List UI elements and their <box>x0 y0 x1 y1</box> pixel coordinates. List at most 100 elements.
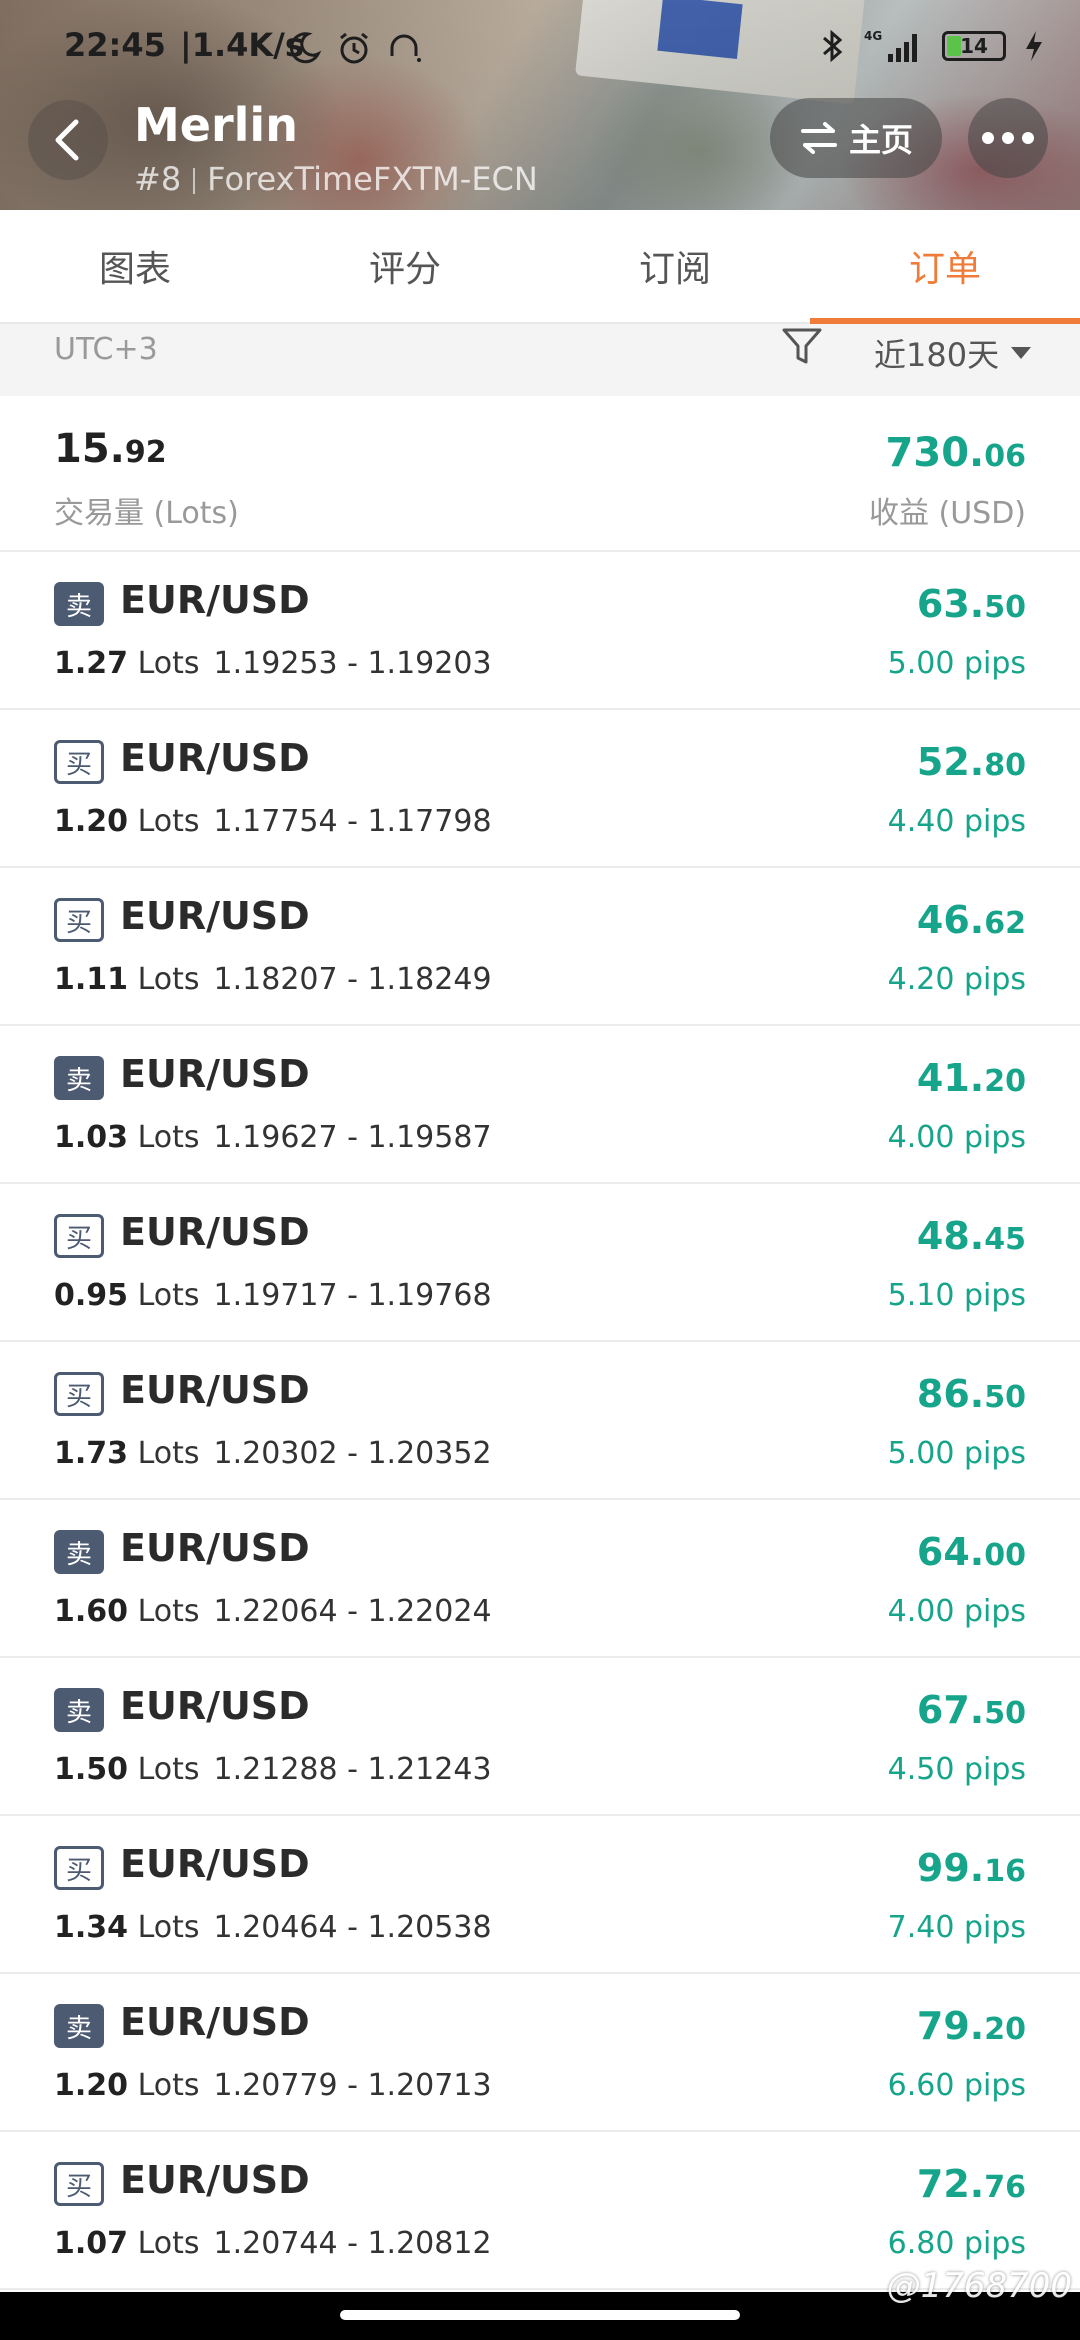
order-pips: 6.80 pips <box>887 2226 1026 2261</box>
total-profit-label: 收益 (USD) <box>868 496 1026 531</box>
order-profit-int: 86. <box>916 1372 985 1416</box>
order-prices: 1.19717 - 1.19768 <box>213 1278 492 1313</box>
range-label: 近180天 <box>874 336 1000 374</box>
order-pips: 4.20 pips <box>887 962 1026 997</box>
chevron-left-icon <box>55 119 79 161</box>
order-pips: 5.00 pips <box>887 1436 1026 1471</box>
timezone-label: UTC+3 <box>54 332 158 367</box>
side-badge: 卖 <box>54 582 104 626</box>
order-row[interactable]: 卖 EUR/USD 1.27 Lots 1.19253 - 1.19203 63.… <box>0 552 1080 710</box>
range-selector[interactable]: 近180天 <box>874 330 1032 376</box>
trader-rank: #8 <box>134 160 182 198</box>
side-badge: 卖 <box>54 2004 104 2048</box>
order-row[interactable]: 买 EUR/USD 1.11 Lots 1.18207 - 1.18249 46.… <box>0 868 1080 1026</box>
currency-pair: EUR/USD <box>120 1052 310 1096</box>
order-pips: 7.40 pips <box>887 1910 1026 1945</box>
network-type: 4G <box>864 29 882 43</box>
order-lots: 1.50 <box>54 1752 129 1787</box>
order-prices: 1.20464 - 1.20538 <box>213 1910 492 1945</box>
order-row[interactable]: 买 EUR/USD 0.95 Lots 1.19717 - 1.19768 48.… <box>0 1184 1080 1342</box>
order-detail: 1.07 Lots 1.20744 - 1.20812 <box>54 2226 492 2261</box>
total-lots-int: 15. <box>54 426 125 472</box>
order-list: 卖 EUR/USD 1.27 Lots 1.19253 - 1.19203 63.… <box>0 552 1080 2290</box>
order-lots: 1.60 <box>54 1594 129 1629</box>
order-pips: 4.00 pips <box>887 1594 1026 1629</box>
home-button[interactable]: 主页 <box>770 98 942 178</box>
order-prices: 1.20779 - 1.20713 <box>213 2068 492 2103</box>
more-dots-icon <box>982 132 994 144</box>
order-pips: 6.60 pips <box>887 2068 1026 2103</box>
side-badge: 卖 <box>54 1056 104 1100</box>
order-row[interactable]: 买 EUR/USD 1.73 Lots 1.20302 - 1.20352 86.… <box>0 1342 1080 1500</box>
order-profit: 67.50 <box>917 1688 1026 1732</box>
funnel-icon[interactable] <box>780 324 824 368</box>
order-pips: 5.00 pips <box>887 646 1026 681</box>
battery-fill <box>947 36 961 56</box>
headphone-icon <box>390 34 421 62</box>
order-profit: 72.76 <box>917 2162 1026 2206</box>
order-lots: 1.07 <box>54 2226 129 2261</box>
filter-bar: UTC+3 近180天 <box>0 324 1080 396</box>
currency-pair: EUR/USD <box>120 578 310 622</box>
bluetooth-icon <box>823 29 843 63</box>
order-row[interactable]: 买 EUR/USD 1.20 Lots 1.17754 - 1.17798 52.… <box>0 710 1080 868</box>
order-lots: 1.03 <box>54 1120 129 1155</box>
order-profit-int: 41. <box>916 1056 985 1100</box>
order-profit-int: 64. <box>916 1530 985 1574</box>
total-profit-int: 730. <box>885 430 985 476</box>
side-badge: 买 <box>54 740 104 784</box>
home-indicator[interactable] <box>340 2310 740 2320</box>
order-lots: 1.11 <box>54 962 129 997</box>
status-icons-left <box>286 30 422 66</box>
order-profit-frac: 20 <box>984 1064 1026 1099</box>
order-detail: 1.34 Lots 1.20464 - 1.20538 <box>54 1910 492 1945</box>
order-profit-int: 99. <box>916 1846 985 1890</box>
order-detail: 0.95 Lots 1.19717 - 1.19768 <box>54 1278 492 1313</box>
signal-icon: 4G <box>864 29 917 62</box>
lots-unit: Lots <box>137 646 200 681</box>
currency-pair: EUR/USD <box>120 1684 310 1728</box>
order-row[interactable]: 卖 EUR/USD 1.20 Lots 1.20779 - 1.20713 79.… <box>0 1974 1080 2132</box>
order-profit-frac: 45 <box>984 1222 1026 1257</box>
trader-name: Merlin <box>134 98 298 152</box>
order-lots: 0.95 <box>54 1278 129 1313</box>
home-button-label: 主页 <box>848 121 913 159</box>
tab-chart[interactable]: 图表 <box>0 210 270 322</box>
status-time: 22:45 <box>64 26 166 64</box>
order-profit-int: 67. <box>916 1688 985 1732</box>
tab-subscribe[interactable]: 订阅 <box>540 210 810 322</box>
order-profit-int: 63. <box>916 582 985 626</box>
side-badge: 买 <box>54 1372 104 1416</box>
trader-subtitle: #8 ForexTimeFXTM-ECN <box>134 160 538 198</box>
orders-summary: 15.92 交易量 (Lots) 730.06 收益 (USD) <box>0 396 1080 552</box>
order-prices: 1.20302 - 1.20352 <box>213 1436 492 1471</box>
tab-rating[interactable]: 评分 <box>270 210 540 322</box>
lots-unit: Lots <box>137 804 200 839</box>
order-prices: 1.21288 - 1.21243 <box>213 1752 492 1787</box>
order-prices: 1.17754 - 1.17798 <box>213 804 492 839</box>
lots-unit: Lots <box>137 1278 200 1313</box>
side-badge: 卖 <box>54 1688 104 1732</box>
order-row[interactable]: 卖 EUR/USD 1.03 Lots 1.19627 - 1.19587 41.… <box>0 1026 1080 1184</box>
order-row[interactable]: 卖 EUR/USD 1.60 Lots 1.22064 - 1.22024 64.… <box>0 1500 1080 1658</box>
total-profit-frac: 06 <box>984 439 1026 474</box>
side-badge: 卖 <box>54 1530 104 1574</box>
order-lots: 1.73 <box>54 1436 129 1471</box>
trader-account: ForexTimeFXTM-ECN <box>207 160 538 198</box>
order-row[interactable]: 买 EUR/USD 1.34 Lots 1.20464 - 1.20538 99.… <box>0 1816 1080 1974</box>
order-profit-int: 79. <box>916 2004 985 2048</box>
order-profit: 86.50 <box>917 1372 1026 1416</box>
side-badge: 买 <box>54 898 104 942</box>
order-pips: 4.00 pips <box>887 1120 1026 1155</box>
total-lots-frac: 92 <box>124 435 167 470</box>
total-lots: 15.92 <box>54 426 167 472</box>
tab-orders[interactable]: 订单 <box>810 210 1080 324</box>
order-row[interactable]: 卖 EUR/USD 1.50 Lots 1.21288 - 1.21243 67.… <box>0 1658 1080 1816</box>
lots-unit: Lots <box>137 1752 200 1787</box>
order-detail: 1.27 Lots 1.19253 - 1.19203 <box>54 646 492 681</box>
battery-indicator: 14 <box>942 31 1006 61</box>
side-badge: 买 <box>54 1846 104 1890</box>
more-button[interactable] <box>968 98 1048 178</box>
back-button[interactable] <box>28 100 108 180</box>
more-dots-icon <box>1002 132 1014 144</box>
